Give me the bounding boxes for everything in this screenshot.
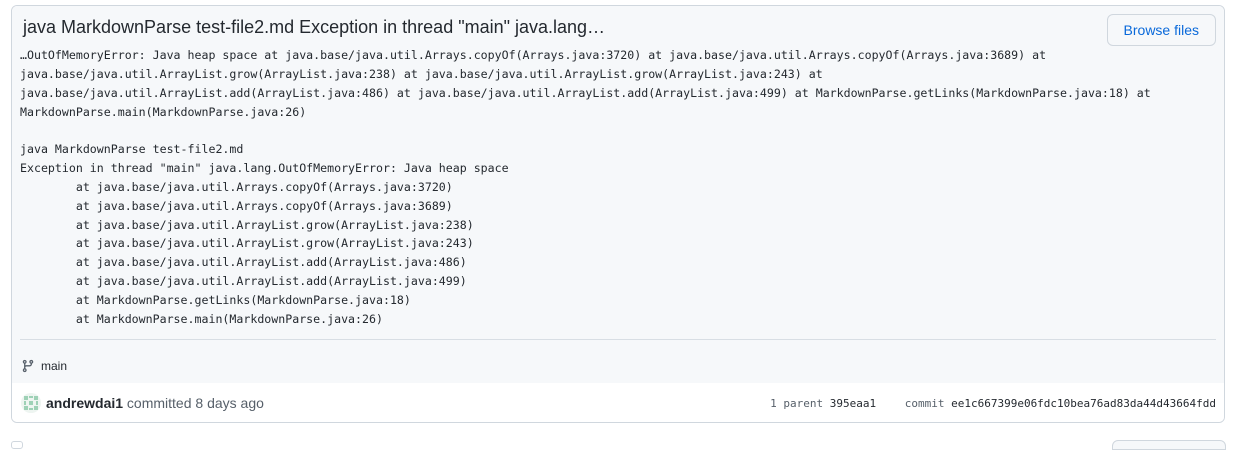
branch-name[interactable]: main	[41, 359, 67, 373]
commit-label: commit	[904, 397, 945, 410]
parent-info: 1 parent 395eaa1	[770, 397, 883, 410]
parent-sha-link[interactable]: 395eaa1	[830, 397, 876, 410]
author-link[interactable]: andrewdai1	[46, 395, 123, 411]
parent-count: 1 parent	[770, 397, 824, 410]
commit-info: commit ee1c667399e06fdc10bea76ad83da44d4…	[905, 397, 1216, 410]
branch-row: main	[21, 358, 67, 374]
commit-box: java MarkdownParse test-file2.md Excepti…	[11, 5, 1225, 423]
commit-title: java MarkdownParse test-file2.md Excepti…	[23, 17, 606, 37]
commit-action: committed	[126, 395, 192, 411]
next-section-edge-left	[11, 441, 23, 449]
author-line: andrewdai1 committed 8 days ago	[46, 395, 264, 411]
git-branch-icon	[21, 358, 41, 374]
commit-meta: andrewdai1 committed 8 days ago 1 parent…	[12, 383, 1224, 422]
commit-description: …OutOfMemoryError: Java heap space at ja…	[20, 48, 1151, 326]
commit-header: java MarkdownParse test-file2.md Excepti…	[12, 6, 1224, 384]
next-section-edge-right	[1112, 440, 1226, 450]
browse-files-button[interactable]: Browse files	[1106, 14, 1216, 46]
commit-time: 8 days ago	[195, 395, 264, 411]
divider	[20, 339, 1216, 340]
identicon-avatar[interactable]	[21, 393, 41, 413]
sha-block: 1 parent 395eaa1 commit ee1c667399e06fdc…	[770, 397, 1216, 410]
commit-sha: ee1c667399e06fdc10bea76ad83da44d43664fdd	[951, 397, 1216, 410]
